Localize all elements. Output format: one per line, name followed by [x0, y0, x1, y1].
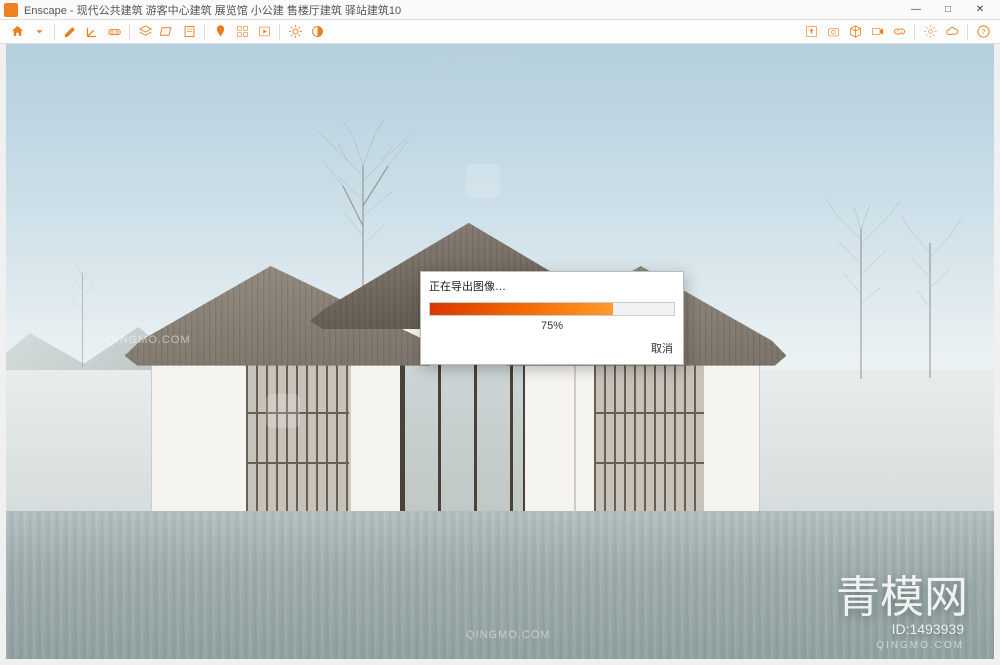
maximize-button[interactable]: □: [932, 0, 964, 20]
export-progress-dialog: 正在导出图像… 75% 取消: [420, 271, 684, 365]
separator: [129, 24, 130, 40]
watermark-text: QINGMO.COM: [436, 54, 521, 66]
minimize-button[interactable]: —: [900, 0, 932, 20]
axis-icon[interactable]: [81, 22, 103, 42]
goggles-icon[interactable]: [103, 22, 125, 42]
progress-fill: [430, 303, 613, 315]
settings-icon[interactable]: [919, 22, 941, 42]
model-id-label: ID:1493939: [892, 621, 964, 637]
brand-logo: 青模网: [836, 561, 968, 625]
bare-tree: [895, 198, 965, 378]
watermark-text: QINGMO.COM: [106, 334, 191, 346]
play-icon[interactable]: [253, 22, 275, 42]
film-icon[interactable]: [866, 22, 888, 42]
separator: [914, 24, 915, 40]
glass-entrance: [400, 346, 525, 514]
lattice-screen: [594, 357, 704, 514]
cube-icon[interactable]: [844, 22, 866, 42]
export-icon[interactable]: [800, 22, 822, 42]
plane-icon[interactable]: [156, 22, 178, 42]
pin-icon[interactable]: [209, 22, 231, 42]
pencil-icon[interactable]: [59, 22, 81, 42]
document-title: 现代公共建筑 游客中心建筑 展览馆 小公建 售楼厅建筑 驿站建筑10: [77, 5, 402, 17]
brand-subtext: QINGMO.COM: [876, 640, 964, 651]
separator: [204, 24, 205, 40]
cancel-button[interactable]: 取消: [651, 340, 673, 356]
building-wing-right: [575, 356, 760, 515]
layer-icon[interactable]: [134, 22, 156, 42]
camera-icon[interactable]: [822, 22, 844, 42]
watermark-text: QINGMO.COM: [466, 629, 551, 641]
progress-bar: [429, 302, 675, 316]
separator: [967, 24, 968, 40]
window-title: Enscape - 现代公共建筑 游客中心建筑 展览馆 小公建 售楼厅建筑 驿站…: [24, 2, 900, 18]
sun-icon[interactable]: [284, 22, 306, 42]
window-controls: — □ ✕: [900, 0, 996, 20]
monochrome-icon[interactable]: [306, 22, 328, 42]
dialog-title: 正在导出图像…: [421, 272, 683, 298]
building-wing-left: [151, 356, 350, 515]
watermark-cube-icon: [266, 394, 300, 428]
title-bar: Enscape - 现代公共建筑 游客中心建筑 展览馆 小公建 售楼厅建筑 驿站…: [0, 0, 1000, 20]
separator: [279, 24, 280, 40]
enscape-app-icon: [4, 3, 18, 17]
home-icon[interactable]: [6, 22, 28, 42]
dropdown-icon[interactable]: [28, 22, 50, 42]
help-icon[interactable]: ?: [972, 22, 994, 42]
notes-icon[interactable]: [178, 22, 200, 42]
separator: [54, 24, 55, 40]
progress-percent-label: 75%: [421, 318, 683, 336]
app-name: Enscape: [24, 5, 67, 17]
svg-text:?: ?: [981, 29, 985, 36]
dialog-footer: 取消: [421, 336, 683, 364]
building: [125, 216, 787, 548]
bare-tree: [65, 247, 100, 367]
link-icon[interactable]: [888, 22, 910, 42]
toolbar: ?: [0, 20, 1000, 44]
cloud-icon[interactable]: [941, 22, 963, 42]
watermark-cube-icon: [466, 164, 500, 198]
lattice-screen: [246, 357, 348, 514]
close-button[interactable]: ✕: [964, 0, 996, 20]
grid-icon[interactable]: [231, 22, 253, 42]
bare-tree: [816, 179, 906, 379]
